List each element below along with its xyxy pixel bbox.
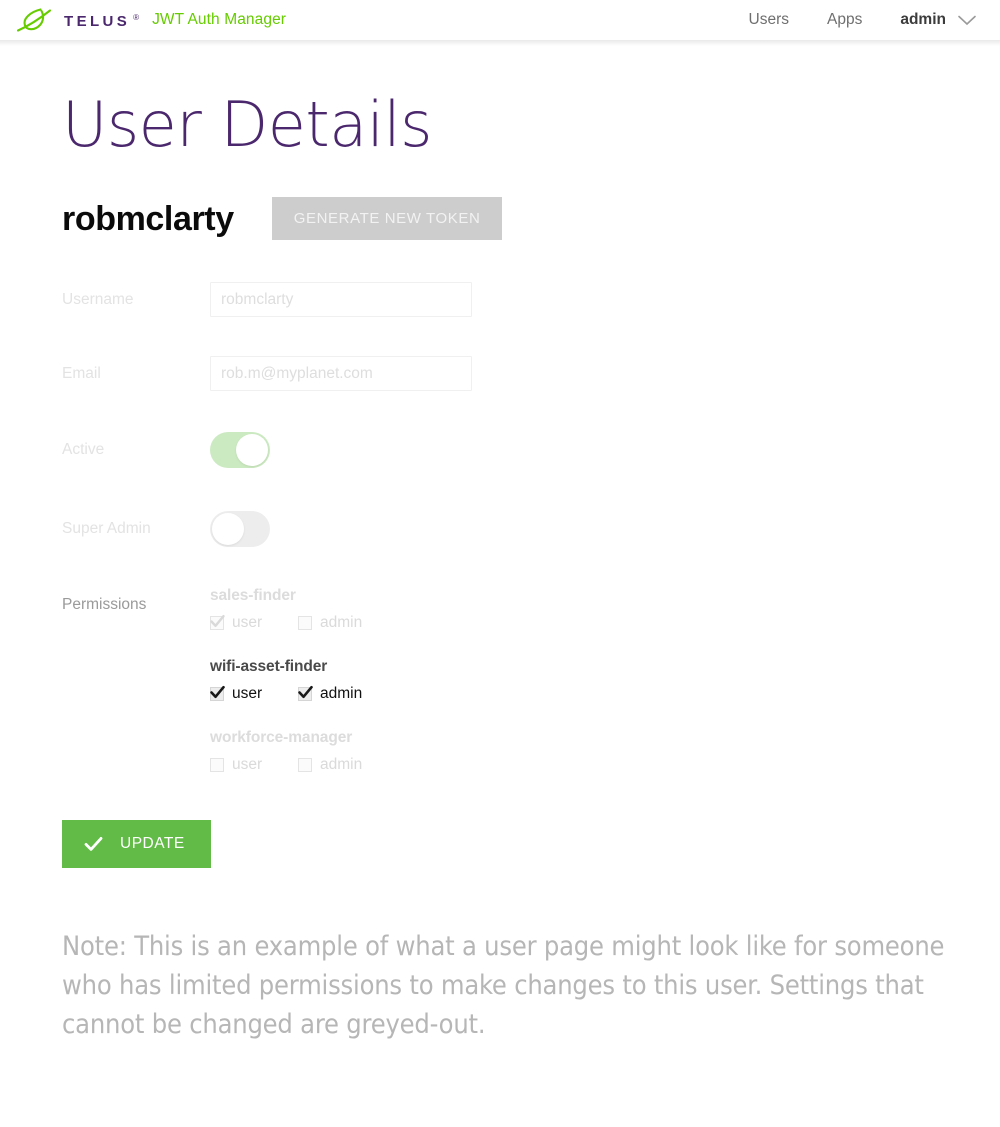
form-row-username: Username bbox=[62, 282, 1000, 318]
checkmark-icon bbox=[84, 837, 103, 851]
checkbox-workforce-manager-admin[interactable]: admin bbox=[298, 756, 386, 774]
toggle-knob bbox=[212, 513, 244, 546]
checkmark-icon bbox=[210, 685, 225, 699]
permission-checkboxes: user admin bbox=[210, 614, 1000, 632]
form-row-permissions: Permissions sales-finder user admin wifi… bbox=[62, 587, 1000, 774]
super-admin-toggle[interactable] bbox=[210, 511, 270, 548]
update-button-label: UPDATE bbox=[120, 835, 185, 853]
checkbox-workforce-manager-user[interactable]: user bbox=[210, 756, 298, 774]
checkbox-label: admin bbox=[320, 685, 363, 703]
permission-app-name: sales-finder bbox=[210, 587, 296, 605]
telus-logo: TELUS ® bbox=[16, 7, 140, 33]
telus-registered-mark: ® bbox=[133, 12, 140, 22]
nav-links: Users Apps admin bbox=[749, 11, 976, 29]
nav-link-users[interactable]: Users bbox=[749, 11, 789, 29]
form-row-email: Email bbox=[62, 356, 1000, 392]
checkbox-sales-finder-admin[interactable]: admin bbox=[298, 614, 386, 632]
update-row: UPDATE bbox=[62, 820, 1000, 869]
email-input[interactable] bbox=[210, 356, 472, 392]
user-menu[interactable]: admin bbox=[900, 11, 976, 29]
telus-wordmark: TELUS bbox=[64, 12, 131, 30]
permission-group-workforce-manager: workforce-manager user admin bbox=[210, 729, 1000, 774]
checkbox-box bbox=[298, 616, 312, 631]
permissions-label: Permissions bbox=[62, 596, 147, 614]
username-input[interactable] bbox=[210, 282, 472, 318]
checkbox-wifi-asset-finder-admin[interactable]: admin bbox=[298, 685, 386, 703]
checkmark-icon bbox=[298, 685, 313, 699]
super-admin-label: Super Admin bbox=[62, 520, 151, 538]
active-label: Active bbox=[62, 441, 105, 459]
user-subheader: robmclarty GENERATE NEW TOKEN bbox=[62, 197, 1000, 241]
checkbox-label: user bbox=[232, 756, 263, 774]
permission-app-name: workforce-manager bbox=[210, 729, 353, 747]
toggle-knob bbox=[236, 434, 268, 467]
nav-link-apps[interactable]: Apps bbox=[827, 11, 862, 29]
checkbox-label: admin bbox=[320, 756, 363, 774]
page-note: Note: This is an example of what a user … bbox=[62, 931, 945, 1041]
username-label: Username bbox=[62, 291, 134, 309]
email-label: Email bbox=[62, 365, 101, 383]
page-title: User Details bbox=[62, 88, 432, 161]
username-heading: robmclarty bbox=[62, 199, 234, 238]
checkbox-wifi-asset-finder-user[interactable]: user bbox=[210, 685, 298, 703]
permission-checkboxes: user admin bbox=[210, 685, 1000, 703]
permission-group-wifi-asset-finder: wifi-asset-finder user admin bbox=[210, 658, 1000, 703]
page-content: User Details robmclarty GENERATE NEW TOK… bbox=[0, 40, 1000, 1045]
app-title: JWT Auth Manager bbox=[152, 11, 287, 28]
checkbox-box bbox=[298, 685, 313, 702]
user-details-form: Username Email Active Super bbox=[62, 282, 1000, 869]
permission-checkboxes: user admin bbox=[210, 756, 1000, 774]
telus-swoosh-icon bbox=[16, 8, 52, 32]
checkbox-box bbox=[210, 758, 224, 773]
checkbox-box bbox=[298, 758, 312, 773]
checkbox-box bbox=[210, 615, 225, 631]
checkbox-box bbox=[210, 685, 225, 702]
brand[interactable]: TELUS ® JWT Auth Manager bbox=[16, 7, 286, 33]
generate-new-token-button[interactable]: GENERATE NEW TOKEN bbox=[271, 197, 503, 241]
form-row-active: Active bbox=[62, 432, 1000, 473]
permission-group-sales-finder: sales-finder user admin bbox=[210, 587, 1000, 632]
update-button[interactable]: UPDATE bbox=[62, 820, 211, 869]
user-menu-label: admin bbox=[900, 11, 946, 28]
checkbox-label: admin bbox=[320, 614, 363, 632]
active-toggle[interactable] bbox=[210, 432, 270, 469]
checkbox-sales-finder-user[interactable]: user bbox=[210, 614, 298, 632]
form-row-super-admin: Super Admin bbox=[62, 511, 1000, 552]
checkmark-icon bbox=[210, 615, 225, 628]
checkbox-label: user bbox=[232, 685, 263, 703]
checkbox-label: user bbox=[232, 614, 263, 632]
chevron-down-icon bbox=[958, 15, 976, 25]
top-navigation-bar: TELUS ® JWT Auth Manager Users Apps admi… bbox=[0, 0, 1000, 46]
permission-app-name: wifi-asset-finder bbox=[210, 658, 328, 676]
